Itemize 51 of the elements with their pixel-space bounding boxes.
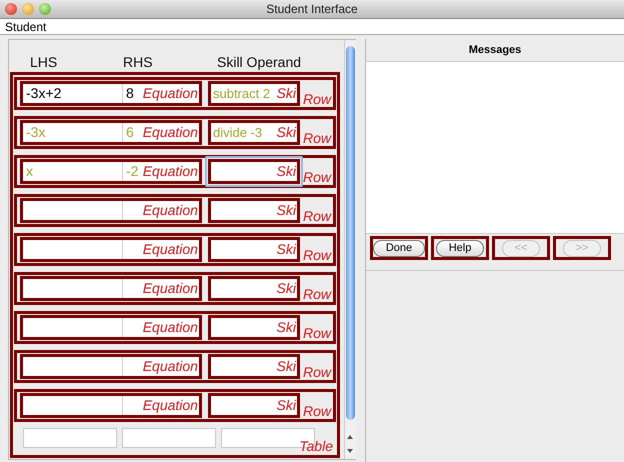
- overlay-label: Row: [302, 365, 331, 380]
- input-field[interactable]: [123, 318, 143, 337]
- menu-item[interactable]: Student: [5, 20, 46, 34]
- overlay-label: Equation: [142, 123, 199, 142]
- overlay-label: Table: [299, 439, 333, 454]
- overlay-label: Equation: [142, 396, 199, 415]
- overlay-label: Row: [302, 248, 331, 263]
- column-header: RHS: [123, 54, 154, 70]
- overlay-label: Row: [302, 404, 331, 419]
- window-title: Student Interface: [266, 2, 358, 16]
- overlay-label: Row: [302, 209, 331, 224]
- button[interactable]: Help: [431, 236, 489, 260]
- overlay-label: Row: [302, 92, 331, 107]
- input-field[interactable]: [23, 240, 123, 259]
- input-field[interactable]: [122, 428, 216, 448]
- input-field[interactable]: [123, 357, 143, 376]
- overlay-label: Row: [302, 170, 331, 185]
- input-field[interactable]: [123, 201, 143, 220]
- input-field[interactable]: [23, 396, 123, 415]
- overlay-label: Row: [302, 287, 331, 302]
- overlay-label: Equation: [142, 279, 199, 298]
- overlay-label: Row: [302, 326, 331, 341]
- overlay-label: Row: [302, 131, 331, 146]
- input-field[interactable]: [23, 428, 117, 448]
- scrollbar[interactable]: [344, 40, 356, 459]
- input-field[interactable]: -3x: [23, 123, 123, 142]
- input-field[interactable]: [123, 279, 143, 298]
- overlay-label: Equation: [142, 162, 199, 181]
- overlay-label: Equation: [142, 240, 199, 259]
- input-field[interactable]: [23, 357, 123, 376]
- panel-title: Messages: [468, 44, 522, 56]
- overlay-label: Equation: [142, 84, 199, 103]
- minimize-icon[interactable]: [22, 3, 34, 15]
- close-icon[interactable]: [5, 3, 17, 15]
- overlay-label: Equation: [142, 201, 199, 220]
- input-field[interactable]: -3x+2: [23, 84, 123, 103]
- input-field[interactable]: 8: [123, 84, 143, 103]
- input-field[interactable]: x: [23, 162, 123, 181]
- input-field[interactable]: [23, 279, 123, 298]
- overlay-label: Equation: [142, 318, 199, 337]
- input-field[interactable]: [23, 201, 123, 220]
- button[interactable]: Done: [370, 236, 428, 260]
- column-header: Skill Operand: [217, 54, 302, 70]
- overlay-label: Equation: [142, 357, 199, 376]
- input-field[interactable]: [23, 318, 123, 337]
- input-field[interactable]: 6: [123, 123, 143, 142]
- input-field[interactable]: [123, 240, 143, 259]
- input-field[interactable]: -2: [123, 162, 143, 181]
- input-field[interactable]: [123, 396, 143, 415]
- column-header: LHS: [30, 54, 58, 70]
- zoom-icon[interactable]: [39, 3, 51, 15]
